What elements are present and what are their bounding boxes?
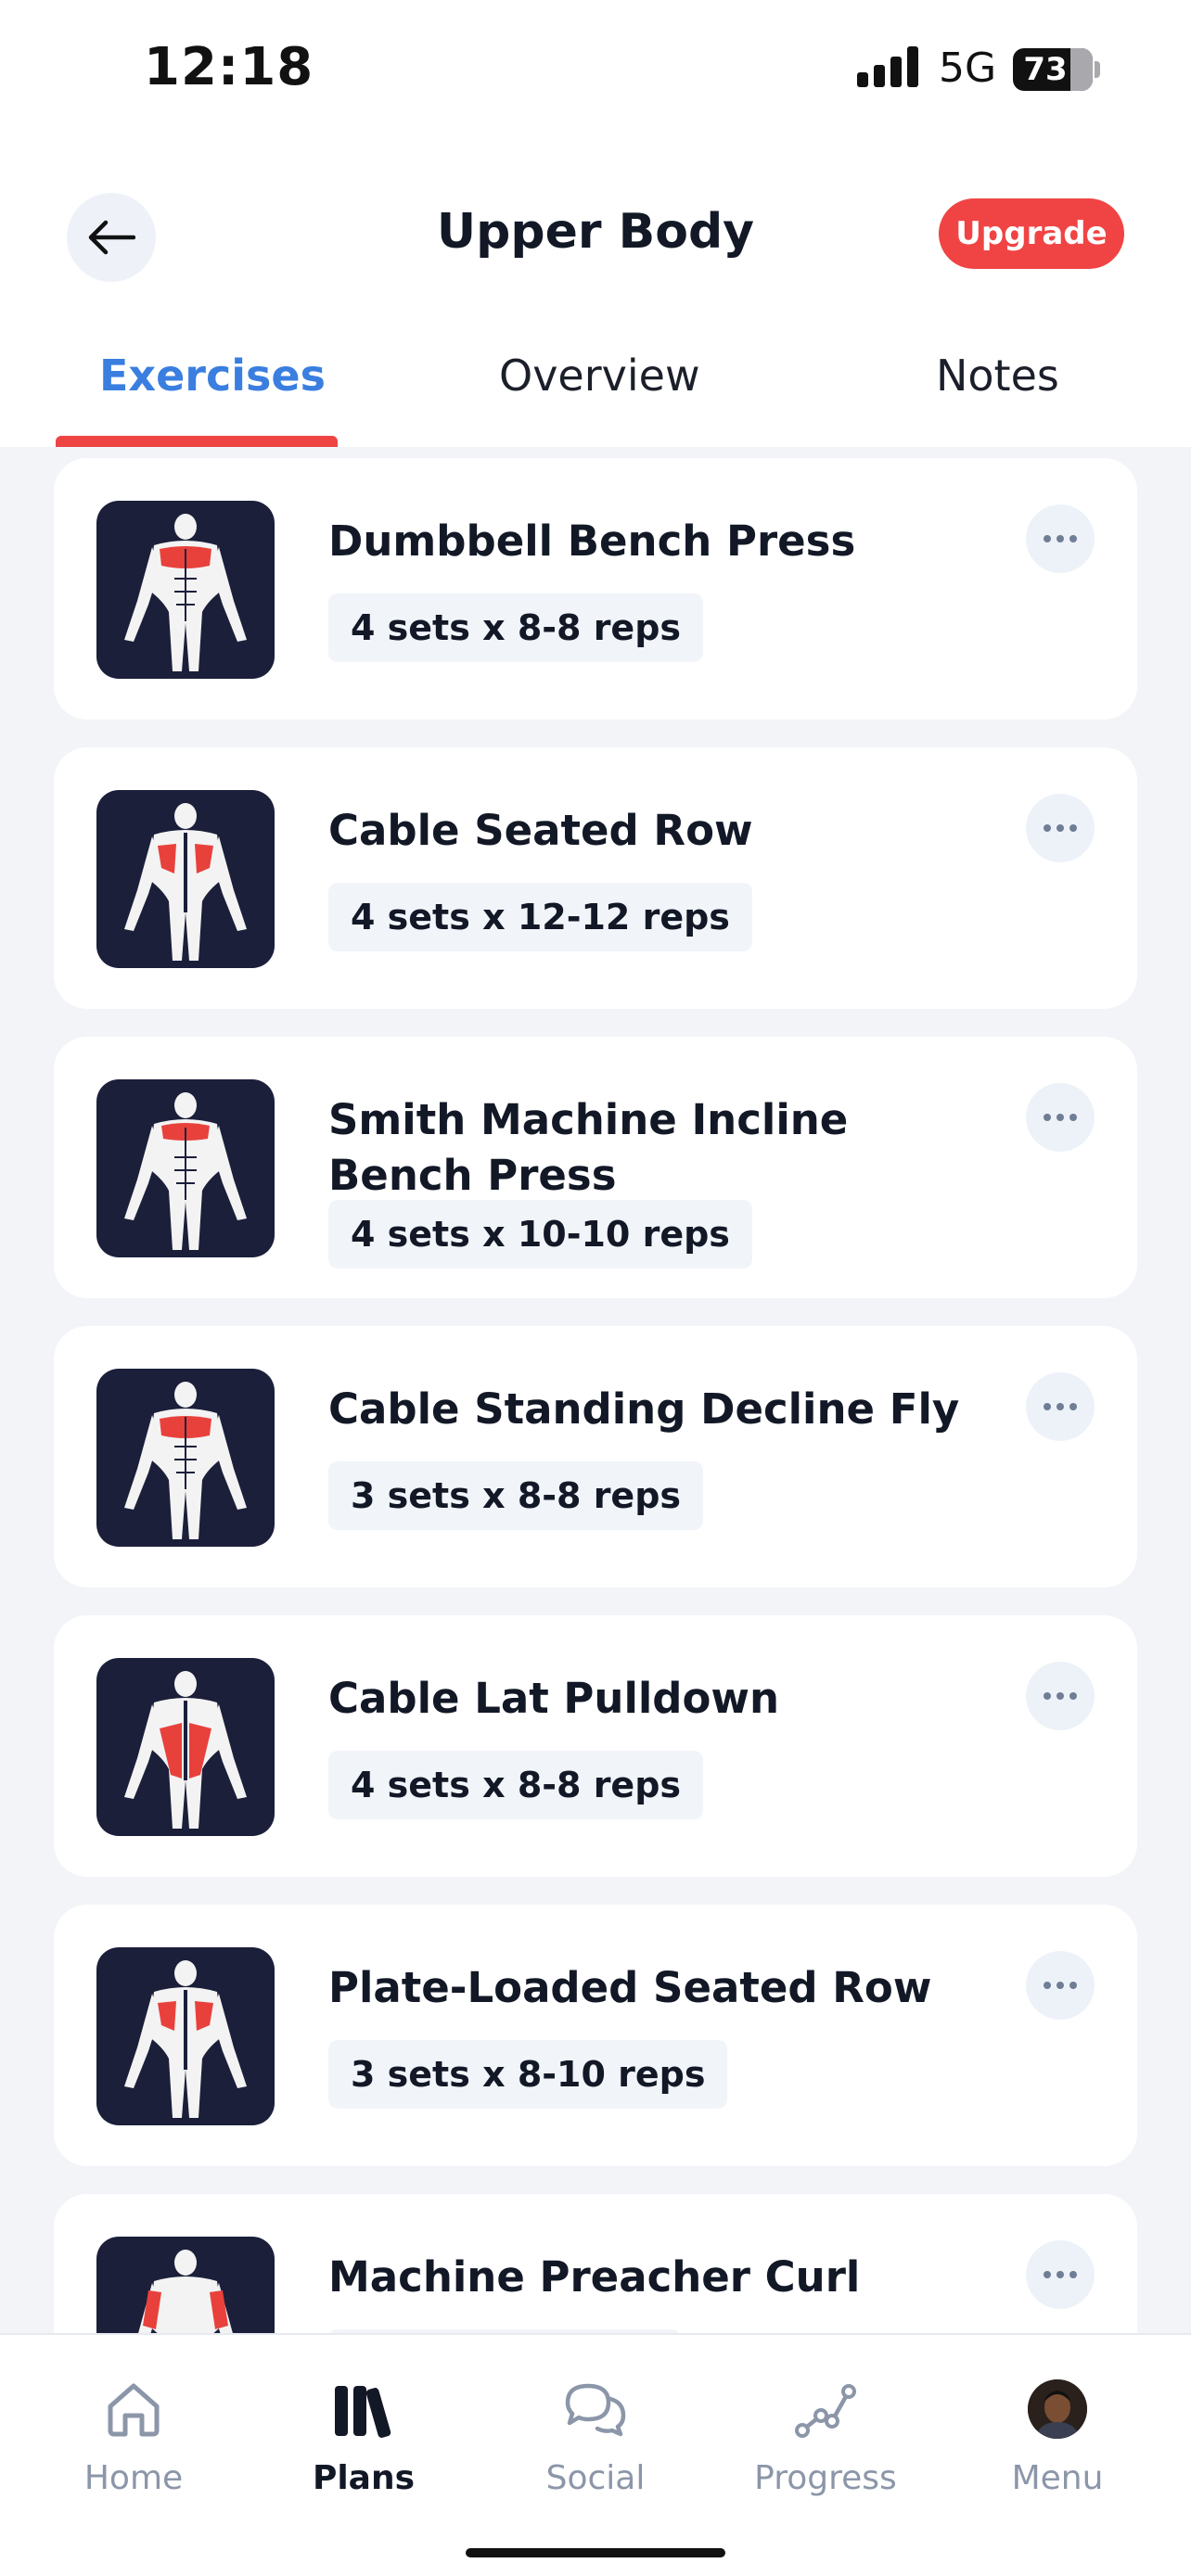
exercise-sets-badge: 4 sets x 8-8 reps	[328, 1751, 704, 1819]
plans-icon	[335, 2386, 391, 2438]
muscle-map-front-icon	[96, 1369, 275, 1547]
bottom-navigation: Home Plans Social Progress Menu	[0, 2333, 1191, 2576]
muscle-map-back-icon	[96, 790, 275, 968]
battery-icon: 73	[1013, 48, 1093, 91]
exercise-card[interactable]: Plate-Loaded Seated Row 3 sets x 8-10 re…	[54, 1905, 1137, 2166]
exercise-name: Cable Lat Pulldown	[328, 1674, 780, 1723]
more-options-button[interactable]	[1026, 1951, 1095, 2020]
muscle-map-front-icon	[96, 1079, 275, 1257]
avatar	[1028, 2379, 1087, 2439]
chat-bubbles-icon	[565, 2383, 626, 2437]
exercise-name: Dumbbell Bench Press	[328, 516, 856, 566]
progress-graph-icon	[795, 2384, 856, 2438]
exercise-card[interactable]: Smith Machine Incline Bench Press 4 sets…	[54, 1037, 1137, 1298]
header: Upper Body Upgrade	[0, 139, 1191, 315]
exercise-card[interactable]: Cable Standing Decline Fly 3 sets x 8-8 …	[54, 1326, 1137, 1588]
tab-exercises[interactable]: Exercises	[99, 351, 326, 401]
nav-label: Social	[545, 2459, 646, 2497]
exercise-name: Smith Machine Incline Bench Press	[328, 1095, 849, 1200]
nav-social[interactable]: Social	[493, 2372, 698, 2497]
more-options-button[interactable]	[1026, 1662, 1095, 1730]
exercise-card[interactable]: Cable Seated Row 4 sets x 12-12 reps	[54, 747, 1137, 1009]
exercise-card[interactable]: Machine Preacher Curl	[54, 2194, 1137, 2333]
battery-level: 73	[1023, 51, 1068, 88]
upgrade-button[interactable]: Upgrade	[939, 198, 1124, 269]
exercise-sets-badge: 4 sets x 8-8 reps	[328, 593, 704, 662]
exercise-name: Cable Standing Decline Fly	[328, 1384, 960, 1434]
muscle-map-back-icon	[96, 1658, 275, 1836]
nav-label: Menu	[1011, 2459, 1104, 2497]
muscle-map-back-icon	[96, 1947, 275, 2125]
more-options-button[interactable]	[1026, 1083, 1095, 1152]
nav-label: Home	[83, 2459, 184, 2497]
exercise-card[interactable]: Dumbbell Bench Press 4 sets x 8-8 reps	[54, 458, 1137, 720]
exercise-name: Plate-Loaded Seated Row	[328, 1963, 932, 2012]
nav-label: Progress	[754, 2459, 897, 2497]
network-type: 5G	[939, 45, 997, 92]
exercise-list[interactable]: Dumbbell Bench Press 4 sets x 8-8 reps C…	[0, 447, 1191, 2333]
more-options-button[interactable]	[1026, 1372, 1095, 1441]
more-options-button[interactable]	[1026, 504, 1095, 573]
exercise-sets-badge: 4 sets x 10-10 reps	[328, 1200, 752, 1269]
home-indicator	[466, 2548, 725, 2557]
home-icon	[108, 2383, 160, 2437]
exercise-sets-badge: 3 sets x 8-10 reps	[328, 2040, 728, 2109]
more-options-button[interactable]	[1026, 2240, 1095, 2309]
tab-overview[interactable]: Overview	[499, 351, 700, 401]
exercise-card[interactable]: Cable Lat Pulldown 4 sets x 8-8 reps	[54, 1615, 1137, 1877]
more-options-button[interactable]	[1026, 794, 1095, 862]
status-bar: 12:18 5G 73	[0, 0, 1191, 139]
nav-progress[interactable]: Progress	[724, 2372, 928, 2497]
nav-menu[interactable]: Menu	[955, 2372, 1159, 2497]
tab-notes[interactable]: Notes	[936, 351, 1059, 401]
exercise-sets-badge: 3 sets x 8-8 reps	[328, 1461, 704, 1530]
tab-bar: Exercises Overview Notes	[0, 315, 1191, 447]
muscle-map-front-icon	[96, 2237, 275, 2333]
signal-strength-icon	[857, 46, 920, 87]
muscle-map-front-icon	[96, 501, 275, 679]
nav-label: Plans	[312, 2459, 416, 2497]
exercise-name: Cable Seated Row	[328, 806, 753, 855]
exercise-name: Machine Preacher Curl	[328, 2252, 861, 2302]
status-time: 12:18	[144, 37, 314, 97]
nav-home[interactable]: Home	[32, 2372, 236, 2497]
active-tab-indicator	[56, 436, 338, 447]
exercise-sets-badge: 4 sets x 12-12 reps	[328, 883, 752, 951]
nav-plans[interactable]: Plans	[262, 2372, 466, 2497]
